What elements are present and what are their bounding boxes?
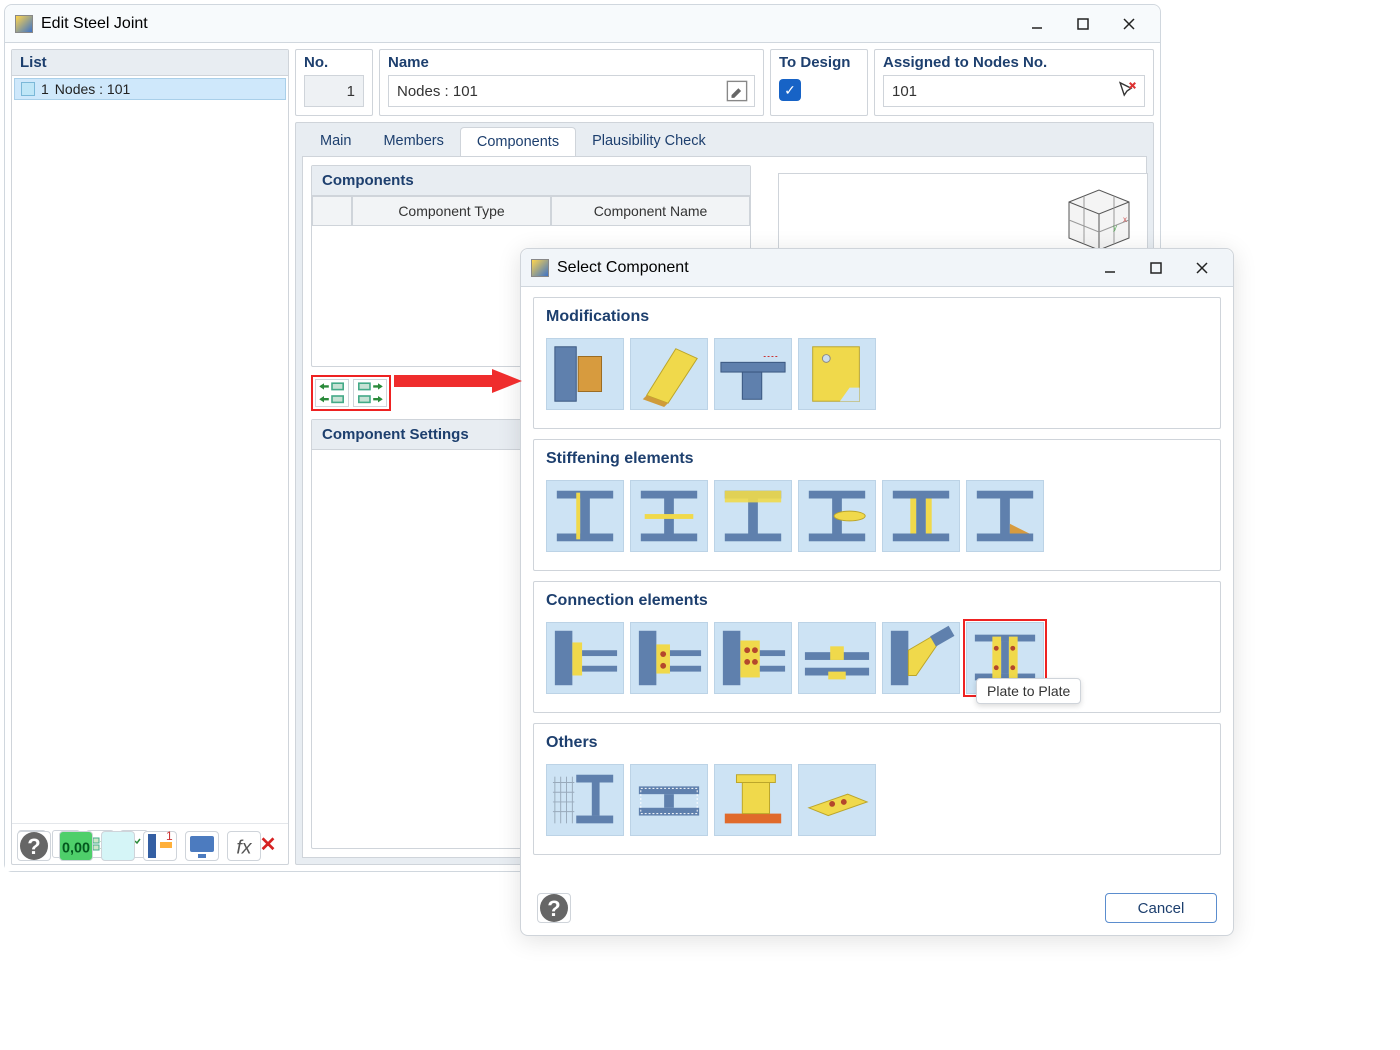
conn-thumb-3[interactable] (714, 622, 792, 694)
stiff-thumb-5[interactable] (882, 480, 960, 552)
svg-text:x: x (1123, 215, 1127, 224)
col-type: Component Type (352, 196, 551, 226)
child-minimize-button[interactable] (1087, 251, 1133, 285)
child-help-button[interactable]: ? (537, 893, 571, 923)
list-item-label: Nodes : 101 (55, 81, 131, 97)
group-connection: Connection elements Plate to Plate (533, 581, 1221, 713)
child-window-title: Select Component (557, 259, 689, 277)
list-item-index: 1 (41, 81, 49, 97)
select-component-dialog: Select Component Modifications Stiffenin… (520, 248, 1234, 936)
no-label: No. (304, 54, 364, 71)
tab-main[interactable]: Main (304, 127, 367, 156)
list-tree[interactable]: 1 Nodes : 101 (12, 76, 288, 823)
svg-text:0,00: 0,00 (62, 840, 90, 856)
help-button[interactable]: ? (17, 831, 51, 861)
tab-plausibility[interactable]: Plausibility Check (576, 127, 722, 156)
group-modifications-title: Modifications (546, 308, 1208, 326)
delete-icon: ✕ (260, 832, 277, 857)
group-stiffening-title: Stiffening elements (546, 450, 1208, 468)
to-design-checkbox[interactable]: ✓ (779, 79, 801, 101)
no-field[interactable]: 1 (304, 75, 364, 107)
stiff-thumb-3[interactable] (714, 480, 792, 552)
stiff-thumb-1[interactable] (546, 480, 624, 552)
assigned-nodes-field[interactable]: 101 (883, 75, 1145, 107)
to-design-label: To Design (779, 54, 850, 71)
stiff-thumb-4[interactable] (798, 480, 876, 552)
close-button[interactable] (1106, 7, 1152, 41)
svg-text:y: y (1113, 223, 1117, 232)
list-panel: List 1 Nodes : 101 (11, 49, 289, 865)
conn-thumb-5[interactable] (882, 622, 960, 694)
tabs: Main Members Components Plausibility Che… (296, 123, 1153, 156)
stiff-thumb-6[interactable] (966, 480, 1044, 552)
tab-members[interactable]: Members (367, 127, 459, 156)
main-titlebar: Edit Steel Joint (5, 5, 1160, 43)
group-modifications: Modifications (533, 297, 1221, 429)
col-name: Component Name (551, 196, 750, 226)
app-icon (15, 15, 33, 33)
tab-components[interactable]: Components (460, 127, 576, 156)
mod-thumb-3[interactable] (714, 338, 792, 410)
node-icon (21, 82, 35, 96)
add-component-left-button[interactable] (315, 379, 349, 407)
conn-thumb-2[interactable] (630, 622, 708, 694)
mod-thumb-4[interactable] (798, 338, 876, 410)
name-box: Name Nodes : 101 (379, 49, 764, 116)
svg-text:?: ? (547, 896, 560, 921)
child-maximize-button[interactable] (1133, 251, 1179, 285)
other-thumb-3[interactable] (714, 764, 792, 836)
components-title: Components (312, 166, 750, 196)
conn-thumb-4[interactable] (798, 622, 876, 694)
group-others-title: Others (546, 734, 1208, 752)
mod-thumb-1[interactable] (546, 338, 624, 410)
add-component-callout (311, 375, 391, 411)
units-button[interactable]: 0,00 (59, 831, 93, 861)
conn-thumb-1[interactable] (546, 622, 624, 694)
child-close-button[interactable] (1179, 251, 1225, 285)
other-thumb-2[interactable] (630, 764, 708, 836)
no-box: No. 1 (295, 49, 373, 116)
view-model-button[interactable]: 1 (143, 831, 177, 861)
other-thumb-4[interactable] (798, 764, 876, 836)
annotation-arrow-icon (392, 368, 522, 394)
add-component-right-button[interactable] (353, 379, 387, 407)
other-thumb-1[interactable] (546, 764, 624, 836)
orientation-cube-icon[interactable]: y x (1059, 182, 1139, 254)
svg-text:fx: fx (236, 836, 252, 858)
components-grid-header: Component Type Component Name (312, 196, 750, 226)
edit-name-icon[interactable] (726, 80, 748, 102)
fx-button[interactable]: fx (227, 831, 261, 861)
group-stiffening: Stiffening elements (533, 439, 1221, 571)
svg-text:?: ? (27, 834, 40, 859)
cancel-button[interactable]: Cancel (1105, 893, 1217, 923)
child-titlebar: Select Component (521, 249, 1233, 287)
name-label: Name (388, 54, 755, 71)
assigned-nodes-box: Assigned to Nodes No. 101 (874, 49, 1154, 116)
list-header: List (12, 50, 288, 76)
bottom-toolbar: ? 0,00 1 fx (17, 831, 261, 861)
to-design-box: To Design ✓ (770, 49, 868, 116)
group-connection-title: Connection elements (546, 592, 1208, 610)
main-window-title: Edit Steel Joint (41, 15, 148, 33)
maximize-button[interactable] (1060, 7, 1106, 41)
mod-thumb-2[interactable] (630, 338, 708, 410)
display-button[interactable] (185, 831, 219, 861)
pick-node-icon[interactable] (1116, 80, 1138, 102)
minimize-button[interactable] (1014, 7, 1060, 41)
group-others: Others (533, 723, 1221, 855)
assigned-nodes-label: Assigned to Nodes No. (883, 54, 1145, 71)
name-field[interactable]: Nodes : 101 (388, 75, 755, 107)
stiff-thumb-2[interactable] (630, 480, 708, 552)
svg-text:1: 1 (166, 830, 173, 843)
plate-to-plate-tooltip: Plate to Plate (976, 678, 1081, 704)
header-row: No. 1 Name Nodes : 101 To Design ✓ (295, 49, 1154, 116)
app-icon (531, 259, 549, 277)
view-square-button[interactable] (101, 831, 135, 861)
list-item[interactable]: 1 Nodes : 101 (14, 78, 286, 100)
